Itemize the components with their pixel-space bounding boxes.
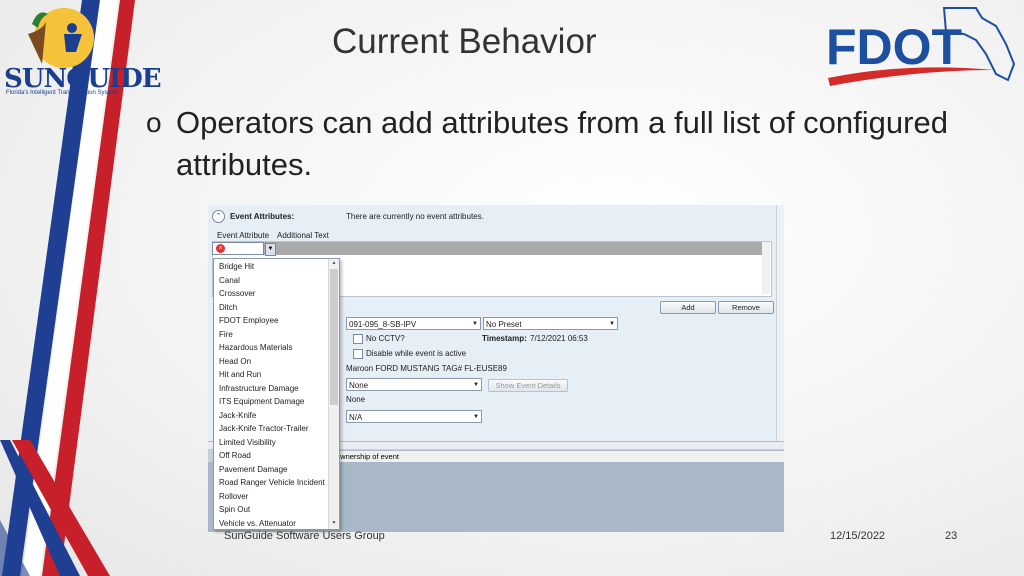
preset-select[interactable]: No Preset ▼ (483, 317, 618, 330)
dropdown-item[interactable]: Ditch (219, 303, 237, 312)
camera-select[interactable]: 091-095_8-SB-IPV ▼ (346, 317, 481, 330)
dropdown-item[interactable]: Off Road (219, 451, 251, 460)
vehicle-description: Maroon FORD MUSTANG TAG# FL-EUSE89 (346, 364, 507, 373)
show-event-details-button[interactable]: Show Event Details (488, 379, 568, 392)
dropdown-item[interactable]: Spin Out (219, 505, 250, 514)
slide-title: Current Behavior (332, 22, 597, 61)
event-attributes-heading: Event Attributes: (230, 212, 295, 221)
chevron-down-icon: ▼ (472, 321, 478, 327)
dropdown-item[interactable]: Pavement Damage (219, 465, 287, 474)
no-cctv-label: No CCTV? (366, 334, 405, 343)
bullet-text: Operators can add attributes from a full… (176, 105, 948, 182)
scroll-down-icon[interactable]: ▼ (330, 520, 338, 528)
dropdown-item[interactable]: Head On (219, 357, 251, 366)
none-select[interactable]: None ▼ (346, 378, 482, 391)
combo-dropdown-arrow-icon[interactable]: ▼ (265, 243, 276, 256)
none-text: None (346, 395, 366, 404)
remove-button[interactable]: Remove (718, 301, 774, 314)
disable-checkbox[interactable] (353, 349, 363, 359)
ownership-bar: ownership of event (328, 450, 784, 462)
grid-scrollbar[interactable] (762, 242, 770, 294)
dropdown-item[interactable]: Hazardous Materials (219, 343, 292, 352)
scrollbar-thumb[interactable] (330, 269, 338, 405)
dropdown-item[interactable]: Hit and Run (219, 370, 261, 379)
attributes-status-text: There are currently no event attributes. (346, 212, 484, 221)
sunguide-tagline: Florida's Intelligent Transportation Sys… (6, 90, 118, 96)
dropdown-item[interactable]: Road Ranger Vehicle Incident (219, 478, 325, 487)
pane-scrollbar[interactable] (776, 205, 784, 441)
dropdown-item[interactable]: Canal (219, 276, 240, 285)
fdot-logo: FDOT (826, 4, 1016, 90)
disable-label: Disable while event is active (366, 349, 467, 358)
grid-header-attribute[interactable]: Event Attribute (217, 231, 269, 240)
collapse-chevron-icon[interactable]: ⌃ (212, 210, 225, 223)
dropdown-item[interactable]: Limited Visibility (219, 438, 276, 447)
chevron-down-icon: ▼ (473, 382, 479, 388)
footer-text: SunGuide Software Users Group (224, 530, 385, 542)
add-button[interactable]: Add (660, 301, 716, 314)
dropdown-item[interactable]: Jack-Knife Tractor-Trailer (219, 424, 309, 433)
dropdown-item[interactable]: FDOT Employee (219, 316, 278, 325)
camera-select-value: 091-095_8-SB-IPV (349, 320, 417, 329)
chevron-down-icon: ▼ (609, 321, 615, 327)
dropdown-item[interactable]: Bridge Hit (219, 262, 254, 271)
timestamp-value: 7/12/2021 06:53 (530, 334, 588, 343)
dropdown-item[interactable]: Rollover (219, 492, 248, 501)
scroll-up-icon[interactable]: ▲ (330, 260, 338, 268)
error-icon: × (216, 244, 225, 253)
na-select[interactable]: N/A ▼ (346, 410, 482, 423)
grid-edit-row[interactable] (212, 242, 770, 255)
sunguide-logo: SUNGUIDE Florida's Intelligent Transport… (2, 4, 162, 100)
none-select-value: None (349, 381, 369, 390)
bullet-marker: o (146, 107, 162, 138)
dropdown-item[interactable]: Vehicle vs. Attenuator (219, 519, 296, 528)
page-number: 23 (945, 530, 958, 542)
na-select-value: N/A (349, 413, 363, 422)
grid-header-additional-text[interactable]: Additional Text (277, 231, 329, 240)
dropdown-item[interactable]: Jack-Knife (219, 411, 256, 420)
fdot-wordmark: FDOT (826, 19, 962, 75)
footer-date: 12/15/2022 (830, 530, 886, 542)
attribute-dropdown-list[interactable]: Bridge Hit Canal Crossover Ditch FDOT Em… (213, 258, 340, 530)
chevron-down-icon: ▼ (473, 414, 479, 420)
dropdown-item[interactable]: Infrastructure Damage (219, 384, 299, 393)
timestamp-label: Timestamp: (482, 334, 527, 343)
dropdown-item[interactable]: ITS Equipment Damage (219, 397, 304, 406)
ownership-text: ownership of event (336, 452, 399, 461)
dropdown-item[interactable]: Fire (219, 330, 233, 339)
preset-select-value: No Preset (486, 320, 522, 329)
no-cctv-checkbox[interactable] (353, 334, 363, 344)
dropdown-item[interactable]: Crossover (219, 289, 255, 298)
